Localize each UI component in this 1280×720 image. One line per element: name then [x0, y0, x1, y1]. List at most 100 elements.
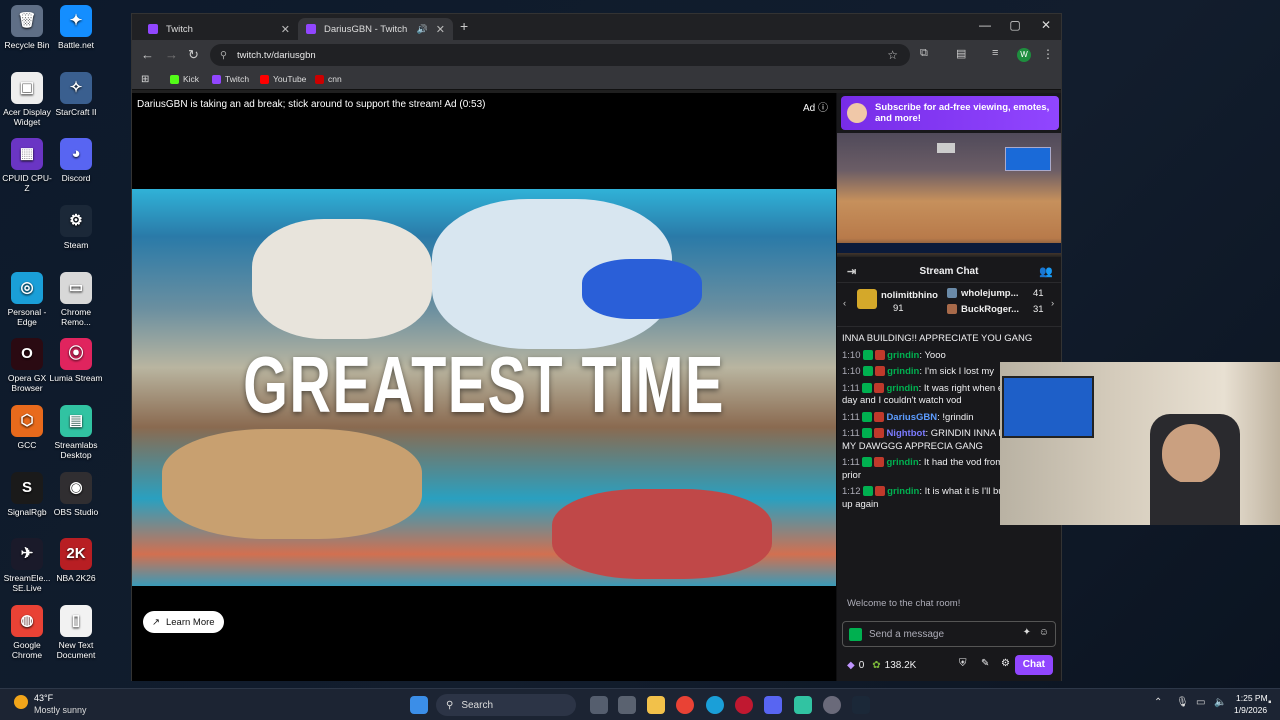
chat-username[interactable]: grindin — [887, 350, 919, 361]
bookmark-star-icon[interactable]: ☆ — [887, 48, 898, 62]
clock-date[interactable]: 1/9/2026 — [1234, 705, 1267, 715]
network-icon[interactable]: ▭ — [1196, 697, 1205, 708]
chevron-right-icon[interactable]: › — [1051, 298, 1054, 309]
weather-temp[interactable]: 43°F — [34, 693, 53, 703]
bookmark-cnn[interactable]: cnn — [315, 74, 342, 84]
chrome-taskbar-icon[interactable] — [676, 696, 694, 714]
subscribe-banner[interactable]: Subscribe for ad-free viewing, emotes, a… — [841, 96, 1059, 130]
collapse-chat-icon[interactable]: ⇥ — [847, 261, 856, 283]
learn-more-button[interactable]: ↗ Learn More — [143, 611, 224, 633]
edge-taskbar-icon[interactable] — [706, 696, 724, 714]
leaderboard-name[interactable]: BuckRoger... — [961, 304, 1019, 315]
media-control-icon[interactable]: ≡ — [992, 47, 998, 59]
desktop-icon[interactable]: ◕ Discord — [49, 138, 103, 183]
steam-taskbar-icon[interactable] — [852, 696, 870, 714]
desktop-icon[interactable]: ◎ Personal - Edge — [0, 272, 54, 327]
notifications-icon[interactable]: ▪ — [1268, 697, 1272, 708]
file-explorer-icon[interactable] — [647, 696, 665, 714]
taskbar-search[interactable]: ⚲ Search — [436, 694, 576, 716]
microphone-icon[interactable]: 🎙 — [1176, 697, 1189, 708]
profile-avatar[interactable]: W — [1017, 48, 1031, 62]
widgets-icon[interactable] — [618, 696, 636, 714]
desktop-icon[interactable]: ✧ StarCraft II — [49, 72, 103, 117]
desktop-icon[interactable]: ✦ Battle.net — [49, 5, 103, 50]
desktop-icon[interactable]: ⦿ Lumia Stream — [49, 338, 103, 383]
chat-send-button[interactable]: Chat — [1014, 655, 1053, 675]
chat-badge-icon[interactable] — [874, 411, 885, 422]
mini-player[interactable] — [837, 133, 1061, 257]
desktop-icon[interactable]: ▯ New Text Document — [49, 605, 103, 660]
desktop-icon[interactable]: ✈ StreamEle... SE.Live — [0, 538, 54, 593]
site-info-icon[interactable]: ⚲ — [220, 50, 227, 61]
menu-kebab-icon[interactable]: ⋮ — [1042, 47, 1054, 61]
subscriber-badge-icon[interactable] — [862, 428, 873, 439]
leaderboard-name[interactable]: nolimitbhino — [881, 290, 938, 301]
apps-grid-icon[interactable]: ⊞ — [141, 74, 149, 85]
subscriber-badge-icon[interactable] — [862, 457, 873, 468]
extensions-icon[interactable]: ⧉ — [920, 47, 928, 60]
bookmark-twitch[interactable]: Twitch — [212, 74, 249, 84]
subscriber-badge-icon[interactable] — [862, 411, 873, 422]
chat-username[interactable]: grindin — [886, 383, 918, 394]
chat-badge-icon[interactable] — [874, 382, 885, 393]
tab-dariusgbn[interactable]: DariusGBN - Twitch 🔊 ✕ — [298, 18, 453, 40]
video-player[interactable]: DariusGBN is taking an ad break; stick a… — [132, 93, 836, 681]
bookmark-kick[interactable]: Kick — [170, 74, 199, 84]
desktop-icon[interactable]: ⚙ Steam — [49, 205, 103, 250]
community-icon[interactable]: 👥 — [1039, 261, 1053, 283]
minimize-button[interactable]: — — [970, 18, 1000, 32]
chevron-left-icon[interactable]: ‹ — [843, 298, 846, 309]
desktop-icon[interactable]: ▣ Acer Display Widget — [0, 72, 54, 127]
maximize-button[interactable]: ▢ — [1000, 18, 1030, 32]
task-view-icon[interactable] — [590, 696, 608, 714]
desktop-icon[interactable]: ⬡ GCC — [0, 405, 54, 450]
ad-label[interactable]: Ad ⓘ — [803, 99, 828, 114]
badge-icon[interactable] — [849, 628, 862, 641]
obs-taskbar-icon[interactable] — [823, 696, 841, 714]
channel-points-icon[interactable]: ✿ — [872, 660, 880, 671]
tab-twitch[interactable]: Twitch ✕ — [140, 18, 298, 40]
chat-badge-icon[interactable] — [875, 349, 886, 360]
info-icon[interactable]: ⓘ — [818, 103, 828, 114]
desktop-icon[interactable]: 🗑 Recycle Bin — [0, 5, 54, 50]
weather-desc[interactable]: Mostly sunny — [34, 705, 87, 715]
desktop-icon[interactable]: ▤ Streamlabs Desktop — [49, 405, 103, 460]
address-bar[interactable]: ⚲ twitch.tv/dariusgbn ☆ — [210, 44, 910, 66]
volume-icon[interactable]: 🔈 — [1214, 697, 1226, 708]
start-windows-icon[interactable] — [410, 696, 428, 714]
back-arrow-icon[interactable]: ← — [141, 47, 154, 62]
bits-icon[interactable]: ✦ — [1023, 627, 1031, 638]
desktop-icon[interactable]: S SignalRgb — [0, 472, 54, 517]
clock-time[interactable]: 1:25 PM — [1236, 693, 1268, 703]
reload-icon[interactable]: ↻ — [188, 47, 199, 63]
chat-badge-icon[interactable] — [874, 428, 885, 439]
desktop-icon[interactable]: ▦ CPUID CPU-Z — [0, 138, 54, 193]
sidepanel-icon[interactable]: ▤ — [956, 47, 966, 60]
chat-badge-icon[interactable] — [874, 457, 885, 468]
chat-username[interactable]: DariusGBN — [886, 412, 937, 423]
desktop-icon[interactable]: ◉ OBS Studio — [49, 472, 103, 517]
brush-icon[interactable]: ✎ — [981, 658, 989, 669]
points-icon[interactable]: ◆ — [847, 660, 855, 671]
close-tab-icon[interactable]: ✕ — [436, 23, 445, 36]
bookmark-youtube[interactable]: YouTube — [260, 74, 306, 84]
close-window-button[interactable]: ✕ — [1031, 18, 1061, 32]
chat-username[interactable]: grindin — [887, 366, 919, 377]
chat-input[interactable]: Send a message ✦ ☺ — [842, 621, 1056, 647]
settings-gear-icon[interactable]: ⚙ — [1001, 658, 1010, 669]
chat-username[interactable]: Nightbot — [886, 428, 925, 439]
shield-icon[interactable]: ⛨ — [959, 658, 967, 669]
chat-username[interactable]: grindin — [887, 486, 919, 497]
discord-taskbar-icon[interactable] — [764, 696, 782, 714]
subscriber-badge-icon[interactable] — [863, 366, 874, 377]
desktop-icon[interactable]: ◍ Google Chrome — [0, 605, 54, 660]
close-tab-icon[interactable]: ✕ — [281, 23, 290, 36]
chat-username[interactable]: grindin — [886, 457, 918, 468]
subscriber-badge-icon[interactable] — [863, 349, 874, 360]
leaderboard-name[interactable]: wholejump... — [961, 288, 1019, 299]
new-tab-button[interactable]: + — [460, 18, 468, 34]
desktop-icon[interactable]: ▭ Chrome Remo... — [49, 272, 103, 327]
emote-picker-icon[interactable]: ☺ — [1039, 627, 1049, 638]
speaker-icon[interactable]: 🔊 — [417, 24, 428, 35]
chat-badge-icon[interactable] — [875, 486, 886, 497]
